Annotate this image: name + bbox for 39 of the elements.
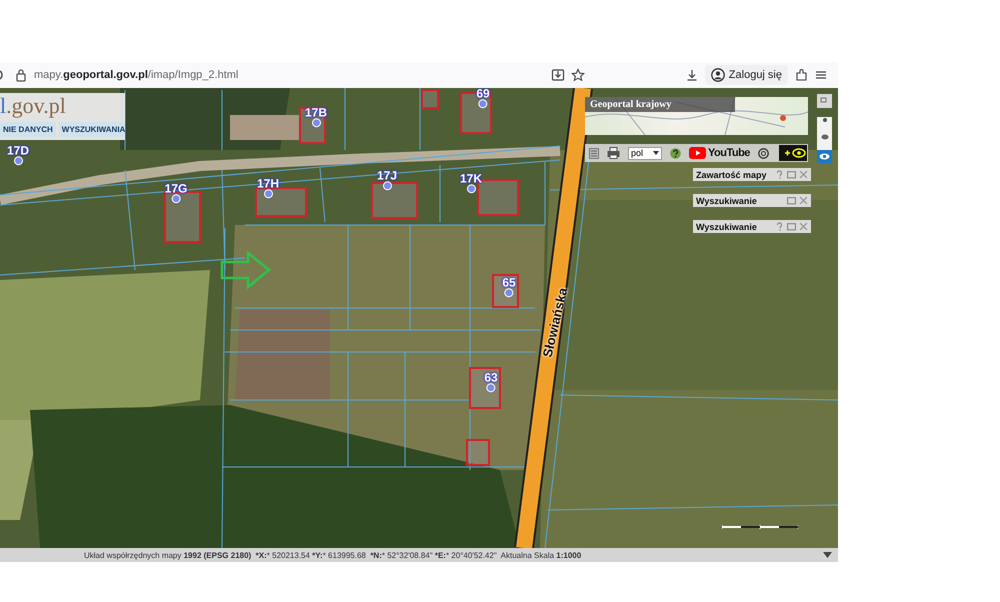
address-number: 17D [7,144,29,156]
address-number: 65 [502,276,516,288]
dropdown-caret-icon[interactable] [823,552,832,558]
dropdown-caret-icon [653,151,659,155]
save-page-icon[interactable] [550,68,565,82]
user-icon [710,68,725,82]
play-icon [689,147,706,159]
zoom-out-icon[interactable] [820,134,828,140]
overview-map[interactable]: Geoportal krajowy [585,97,808,135]
lock-icon [14,68,28,82]
address-number: 69 [476,88,490,100]
address-number: 17K [460,172,482,184]
contrast-eye-icon[interactable] [779,145,807,161]
menu-tab[interactable]: NIE DANYCH [0,122,56,137]
star-icon[interactable] [570,68,585,82]
address-bar-url[interactable]: mapy.geoportal.gov.pl/imap/Imgp_2.html [34,69,238,81]
maximize-icon[interactable] [787,196,796,205]
menu-tab[interactable]: WYSZUKIWANIA [58,122,125,137]
printer-icon[interactable] [607,147,620,159]
overview-title: Geoportal krajowy [585,97,735,112]
download-icon[interactable] [684,68,699,82]
accessibility-icon[interactable] [758,148,769,158]
legend-icon[interactable] [589,148,599,158]
maximize-icon[interactable] [787,170,796,179]
logo-text: l.gov.pl [0,93,67,117]
login-button[interactable]: Zaloguj się [704,65,788,85]
language-select[interactable]: pol [628,146,662,160]
coordinates-status: Układ współrzędnych mapy 1992 (EPSG 2180) *X:* 520213.54 *Y:* 613995.68 *N:* 52°32'08.84" *E:* 20°40'52.42" Aktualna Skala 1:1000 [84,550,582,560]
maximize-icon[interactable] [787,222,796,231]
extension-icon[interactable] [794,68,808,82]
panel-title: Wyszukiwanie [696,222,758,232]
eye-icon[interactable] [817,150,832,163]
panel-title: Wyszukiwanie [696,196,758,206]
zoom-in-icon[interactable] [822,117,828,123]
panel-title: Zawartość mapy [696,170,768,180]
help-icon[interactable] [670,148,681,158]
video-link[interactable]: YouTube [689,147,750,159]
address-number: 63 [484,371,498,384]
arrow-icon [220,251,272,289]
